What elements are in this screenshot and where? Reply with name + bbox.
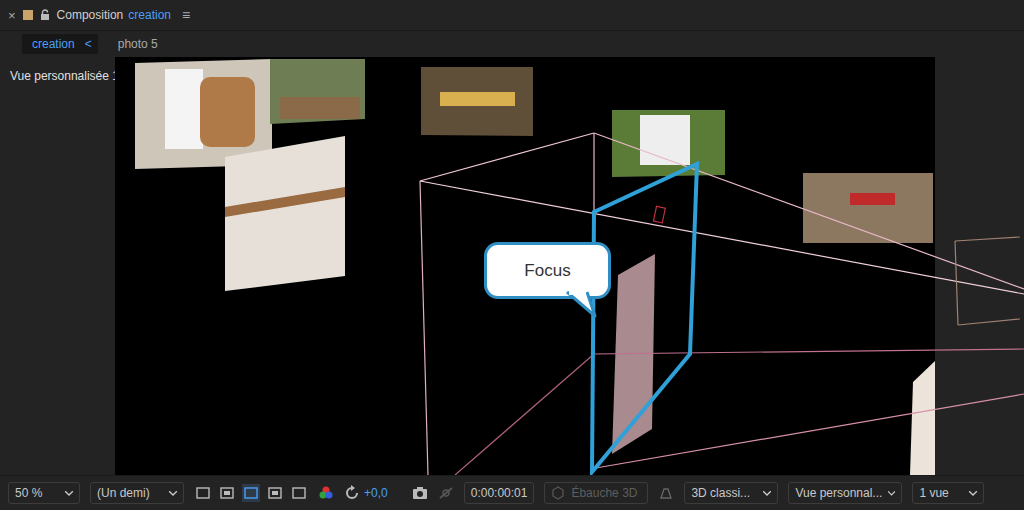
callout-tail-icon	[563, 292, 603, 322]
photo-tablet[interactable]	[135, 59, 272, 169]
view-toggles	[194, 484, 308, 502]
clock-face	[640, 115, 690, 165]
tablet-shape	[165, 69, 203, 149]
photo-garden[interactable]	[270, 59, 365, 124]
toggle-icon	[219, 485, 235, 501]
toggle-icon	[291, 485, 307, 501]
renderer-dropdown[interactable]: 3D classi...	[684, 482, 778, 504]
breadcrumb-label: creation	[32, 37, 75, 51]
breadcrumb-bar: creation < photo 5	[0, 31, 1024, 57]
layout-dropdown[interactable]: 1 vue	[912, 482, 984, 504]
camera-wire	[594, 133, 1024, 289]
viewer-toolbar: 50 % (Un demi) +0,0 0:00:00:01 Ébauche 3D 3D …	[0, 475, 1024, 510]
view-dropdown[interactable]: Vue personnal...	[788, 482, 902, 504]
photo-pinwheels[interactable]	[225, 136, 345, 291]
camera-wire	[590, 394, 1024, 469]
view-toggle[interactable]	[242, 484, 260, 502]
chevron-icon	[969, 491, 977, 496]
breadcrumb-tab[interactable]: photo 5	[108, 34, 164, 54]
chevron-icon	[65, 491, 73, 496]
chevron-icon	[169, 491, 177, 496]
camera-wire	[420, 181, 428, 475]
view-toggle[interactable]	[194, 484, 212, 502]
photo-box[interactable]	[803, 173, 933, 243]
exposure-value[interactable]: +0,0	[364, 486, 388, 500]
breadcrumb-label: photo 5	[118, 37, 158, 51]
breadcrumb-tab[interactable]: creation <	[22, 34, 98, 54]
composition-canvas: Vue personnalisée 1 Focus	[0, 57, 1024, 475]
camera-wire	[420, 133, 594, 181]
box-lid	[850, 193, 895, 205]
focus-plane[interactable]	[592, 164, 697, 472]
close-button[interactable]: ×	[8, 8, 16, 23]
composition-icon	[23, 10, 33, 20]
callout-text: Focus	[524, 261, 570, 281]
resolution-dropdown[interactable]: (Un demi)	[90, 482, 184, 504]
lock-icon[interactable]	[40, 9, 50, 21]
frame-shape	[200, 77, 255, 147]
view-label: Vue personnalisée 1	[10, 69, 119, 83]
photo-clock[interactable]	[612, 110, 725, 177]
draft-3d-button[interactable]: Ébauche 3D	[544, 482, 648, 504]
photo-focus[interactable]	[612, 254, 655, 454]
pasteboard	[935, 57, 1024, 475]
panel-menu-button[interactable]: ≡	[182, 7, 190, 23]
panel-header: × Composition creation ≡	[0, 0, 1024, 31]
show-snapshot-icon	[438, 486, 454, 500]
shelf-shape	[440, 92, 515, 106]
composition-name: creation	[128, 8, 171, 22]
camera-wire	[955, 237, 1020, 241]
wood-strip	[225, 187, 345, 217]
zoom-dropdown[interactable]: 50 %	[8, 482, 80, 504]
draft-3d-icon	[551, 486, 565, 500]
chevron-icon	[763, 491, 771, 496]
camera-marker	[653, 206, 665, 223]
view-gutter: Vue personnalisée 1	[0, 57, 115, 475]
focus-callout: Focus	[484, 242, 611, 299]
photo-partial[interactable]	[910, 361, 935, 475]
view-toggle[interactable]	[218, 484, 236, 502]
timecode-field[interactable]: 0:00:00:01	[464, 482, 535, 504]
chevron-icon	[888, 491, 895, 496]
panel-title: Composition	[57, 8, 124, 22]
ground-plane-icon[interactable]	[658, 486, 674, 500]
planter-shape	[280, 97, 360, 119]
camera-wire	[955, 241, 958, 325]
photo-trunk[interactable]	[421, 67, 533, 136]
composition-panel: ×Compositioncreation≡creation<photo 5Vue…	[0, 0, 1024, 510]
toggle-icon	[243, 485, 259, 501]
toggle-icon	[267, 485, 283, 501]
toggle-icon	[195, 485, 211, 501]
camera-wire	[594, 349, 1024, 354]
view-toggle[interactable]	[266, 484, 284, 502]
camera-wire	[455, 354, 594, 475]
camera-wire	[958, 319, 1020, 325]
view-toggle[interactable]	[290, 484, 308, 502]
color-channels-icon[interactable]	[318, 485, 334, 501]
camera-snapshot-icon[interactable]	[412, 486, 428, 500]
breadcrumb-arrow[interactable]: <	[85, 37, 92, 51]
reset-exposure-icon[interactable]	[344, 485, 360, 501]
